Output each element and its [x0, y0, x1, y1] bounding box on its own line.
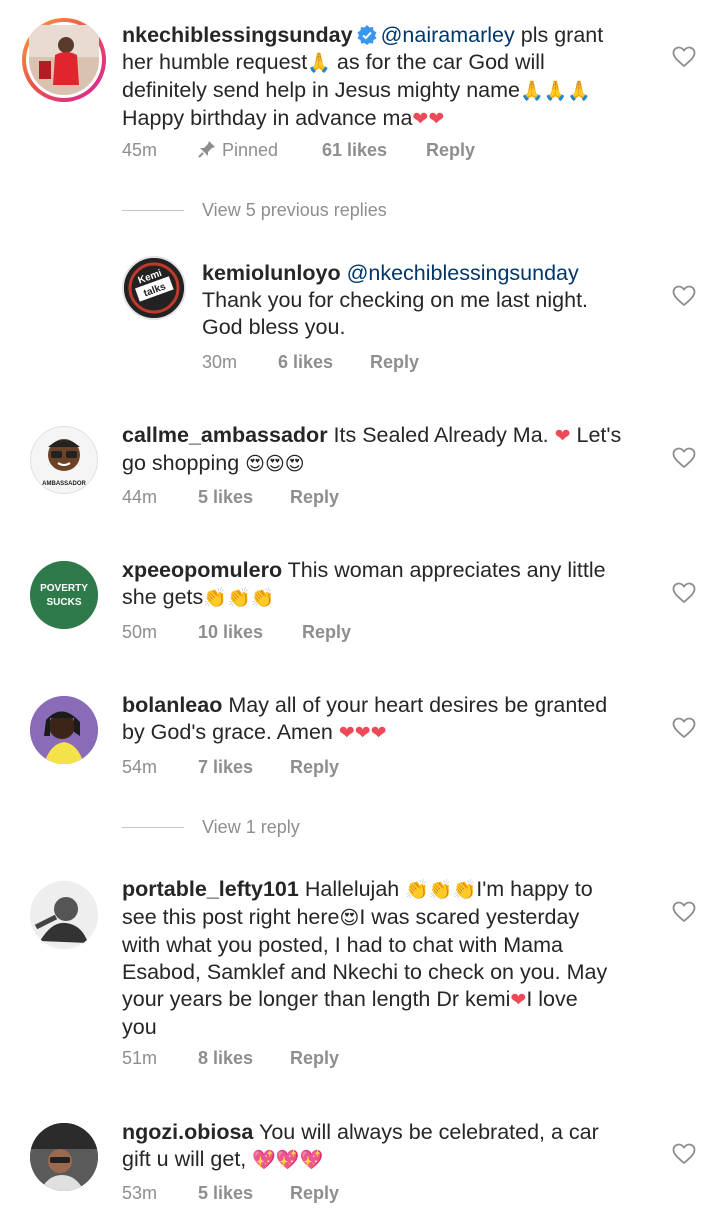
clapping-hands-emoji-icon: 👏👏👏 — [203, 587, 275, 609]
comment-text: her humble request — [122, 50, 308, 74]
likes-count[interactable]: 61 likes — [322, 140, 426, 161]
likes-count[interactable]: 7 likes — [198, 757, 290, 778]
comment-text: I'm happy to — [476, 877, 593, 901]
comment-text: God bless you. — [202, 315, 346, 339]
likes-count[interactable]: 5 likes — [198, 1183, 290, 1204]
avatar[interactable] — [30, 1123, 98, 1191]
comment-time: 50m — [122, 622, 158, 642]
avatar[interactable]: AMBASSADOR — [30, 426, 98, 494]
profile-photo-icon — [30, 696, 98, 764]
comment-text: see this post right here — [122, 905, 340, 929]
comment-text: May all of your heart desires be granted — [222, 693, 608, 717]
comment-text: This woman appreciates any little — [282, 558, 606, 582]
heart-emoji-icon: ❤❤❤ — [338, 722, 387, 744]
comment-text: with what you posted, I had to chat with… — [122, 933, 563, 957]
clapping-hands-emoji-icon: 👏👏👏 — [405, 879, 477, 901]
heart-emoji-icon: ❤❤ — [412, 108, 445, 130]
comment-time: 30m — [202, 352, 238, 372]
heart-emoji-icon: ❤ — [554, 425, 571, 447]
comment-text: I was scared yesterday — [359, 905, 580, 929]
comment-text: by God's grace. Amen — [122, 720, 339, 744]
like-heart-icon[interactable] — [672, 582, 696, 604]
pinned-label: Pinned — [198, 140, 322, 161]
comment-text: Hallelujah — [298, 877, 406, 901]
heart-eyes-emoji-icon: 😍 — [339, 907, 360, 929]
comment-text: Its Sealed Already Ma. — [327, 423, 555, 447]
sparkling-heart-emoji-icon: 💖💖💖 — [252, 1149, 324, 1171]
reply-button[interactable]: Reply — [290, 1048, 339, 1069]
comment-time: 53m — [122, 1183, 158, 1203]
heart-emoji-icon: ❤ — [510, 989, 527, 1011]
avatar[interactable] — [22, 18, 106, 102]
comment-text: as for the car God will — [330, 50, 545, 74]
heart-eyes-emoji-icon: 😍😍😍 — [245, 453, 305, 475]
comment-text: gift u will get, — [122, 1147, 253, 1171]
like-heart-icon[interactable] — [672, 46, 696, 68]
svg-text:POVERTY: POVERTY — [40, 583, 88, 594]
likes-count[interactable]: 8 likes — [198, 1048, 290, 1069]
svg-text:AMBASSADOR: AMBASSADOR — [42, 481, 86, 487]
comment-text: Thank you for checking on me last night. — [202, 288, 589, 312]
verified-badge-icon — [357, 25, 377, 45]
like-heart-icon[interactable] — [672, 717, 696, 739]
like-heart-icon[interactable] — [672, 285, 696, 307]
comment-text: pls grant — [514, 23, 604, 47]
reply-button[interactable]: Reply — [290, 487, 339, 508]
view-replies-button[interactable]: View 1 reply — [122, 817, 300, 838]
comment-text: your years be longer than length Dr kemi — [122, 987, 511, 1011]
mention-link[interactable]: @nairamarley — [381, 23, 515, 47]
comment-text: You will always be celebrated, a car — [253, 1120, 599, 1144]
svg-text:SUCKS: SUCKS — [46, 597, 81, 608]
comment-username[interactable]: nkechiblessingsunday — [122, 23, 353, 47]
reply-button[interactable]: Reply — [290, 757, 339, 778]
comment-text: definitely send help in Jesus mighty nam… — [122, 78, 520, 102]
comment-text: you — [122, 1015, 157, 1039]
praying-hands-icon: 🙏 — [307, 52, 331, 74]
profile-photo-icon — [29, 25, 99, 95]
like-heart-icon[interactable] — [672, 1143, 696, 1165]
mention-link[interactable]: @nkechiblessingsunday — [347, 261, 579, 285]
avatar[interactable] — [30, 696, 98, 764]
comment-username[interactable]: xpeeopomulero — [122, 558, 282, 582]
kemi-talks-logo-icon: Kemi talks — [124, 258, 184, 318]
like-heart-icon[interactable] — [672, 447, 696, 469]
comment-text: go shopping — [122, 451, 246, 475]
comment-time: 54m — [122, 757, 158, 777]
likes-count[interactable]: 10 likes — [198, 622, 302, 643]
comment-text: she gets — [122, 585, 204, 609]
comment-time: 51m — [122, 1048, 158, 1068]
avatar[interactable]: POVERTY SUCKS — [30, 561, 98, 629]
comment-username[interactable]: ngozi.obiosa — [122, 1120, 253, 1144]
like-heart-icon[interactable] — [672, 901, 696, 923]
comment-text: Happy birthday in advance ma — [122, 106, 413, 130]
reply-button[interactable]: Reply — [370, 352, 419, 373]
likes-count[interactable]: 6 likes — [278, 352, 370, 373]
likes-count[interactable]: 5 likes — [198, 487, 290, 508]
comment-username[interactable]: kemiolunloyo — [202, 261, 341, 285]
comment-username[interactable]: callme_ambassador — [122, 423, 328, 447]
reply-button[interactable]: Reply — [290, 1183, 339, 1204]
comment-text: Esabod, Samklef and Nkechi to check on y… — [122, 960, 608, 984]
comment-username[interactable]: bolanleao — [122, 693, 222, 717]
view-previous-replies-button[interactable]: View 5 previous replies — [122, 200, 387, 221]
comment-username[interactable]: portable_lefty101 — [122, 877, 299, 901]
pin-icon — [198, 141, 215, 158]
poverty-sucks-shirt-icon: POVERTY SUCKS — [30, 561, 98, 629]
profile-photo-icon — [30, 881, 98, 949]
comment-time: 44m — [122, 487, 158, 507]
avatar[interactable] — [30, 881, 98, 949]
comment-time: 45m — [122, 140, 158, 160]
divider — [122, 210, 184, 211]
divider — [122, 827, 184, 828]
cartoon-avatar-icon: AMBASSADOR — [31, 427, 97, 493]
reply-button[interactable]: Reply — [302, 622, 351, 643]
reply-button[interactable]: Reply — [426, 140, 475, 161]
praying-hands-icon: 🙏🙏🙏 — [519, 80, 591, 102]
comment-text: I love — [526, 987, 578, 1011]
avatar[interactable]: Kemi talks — [122, 256, 186, 320]
profile-photo-icon — [30, 1123, 98, 1191]
comment-text: Let's — [570, 423, 622, 447]
